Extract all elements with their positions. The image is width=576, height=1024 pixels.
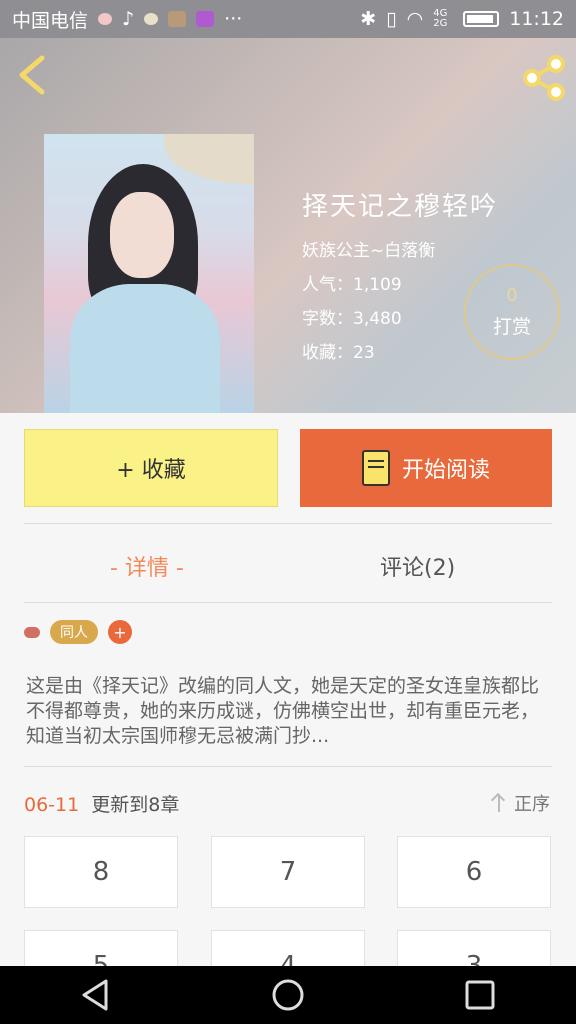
clock: 11:12 <box>509 8 564 30</box>
book-cover <box>44 134 254 413</box>
arrow-up-icon <box>492 794 506 812</box>
vibrate-icon: ▯ <box>386 8 397 30</box>
divider <box>24 523 552 524</box>
tip-button[interactable]: 0 打赏 <box>464 264 560 360</box>
gallery-icon <box>196 11 215 27</box>
tag-list: 同人 + <box>24 620 132 644</box>
notification-icon <box>98 13 113 25</box>
book-icon <box>361 450 390 486</box>
chapter-button[interactable]: 8 <box>24 836 178 908</box>
more-icon: ··· <box>224 8 243 30</box>
cover-robe <box>70 284 220 413</box>
book-description[interactable]: 这是由《择天记》改编的同人文，她是天定的圣女连皇族都比不得都尊贵，她的来历成谜，… <box>26 674 552 750</box>
network-label: 4G 2G <box>433 8 448 29</box>
cover-umbrella <box>164 134 254 184</box>
divider <box>24 766 552 767</box>
chat-icon <box>144 13 159 25</box>
share-icon[interactable] <box>520 54 568 102</box>
book-title: 择天记之穆轻吟 <box>302 192 499 222</box>
back-icon[interactable] <box>14 54 50 96</box>
divider <box>24 602 552 603</box>
bluetooth-icon: ✱ <box>360 8 377 30</box>
start-reading-label: 开始阅读 <box>401 458 490 483</box>
nav-recents-icon[interactable] <box>462 977 498 1013</box>
sort-order-label: 正序 <box>514 794 550 815</box>
update-text: 更新到8章 <box>91 794 180 816</box>
add-tag-button[interactable]: + <box>108 620 132 644</box>
book-popularity: 人气：1,109 <box>302 275 402 295</box>
carrier-label: 中国电信 <box>12 9 89 32</box>
tab-comments[interactable]: 评论(2) <box>380 550 455 582</box>
wifi-icon: ◠ <box>406 8 424 30</box>
tag-item[interactable]: 同人 <box>50 620 98 644</box>
sort-order-button[interactable]: 正序 <box>492 790 550 816</box>
status-bar: 中国电信 ♪ ··· ✱ ▯ ◠ 4G 2G 11:12 <box>0 0 576 38</box>
chapter-button[interactable]: 7 <box>211 836 365 908</box>
nav-back-icon[interactable] <box>78 977 114 1013</box>
update-info: 06-11 更新到8章 <box>24 790 179 817</box>
tab-detail[interactable]: - 详情 - <box>110 550 184 582</box>
tag-dot-icon <box>24 626 40 638</box>
app-icon <box>168 11 187 27</box>
chapter-button[interactable]: 6 <box>397 836 551 908</box>
tip-label: 打赏 <box>492 316 531 338</box>
nav-home-icon[interactable] <box>270 977 306 1013</box>
tip-count: 0 <box>506 285 518 306</box>
book-favorites: 收藏：23 <box>302 343 375 363</box>
battery-icon <box>463 11 500 27</box>
book-word-count: 字数：3,480 <box>302 309 402 329</box>
cover-face <box>110 192 174 278</box>
favorite-button[interactable]: + 收藏 <box>24 429 278 507</box>
update-date: 06-11 <box>24 794 80 816</box>
book-author[interactable]: 妖族公主~白落衡 <box>302 236 435 261</box>
music-icon: ♪ <box>122 8 135 30</box>
system-nav-bar <box>0 966 576 1024</box>
favorite-label: + 收藏 <box>116 458 186 483</box>
start-reading-button[interactable]: 开始阅读 <box>300 429 552 507</box>
